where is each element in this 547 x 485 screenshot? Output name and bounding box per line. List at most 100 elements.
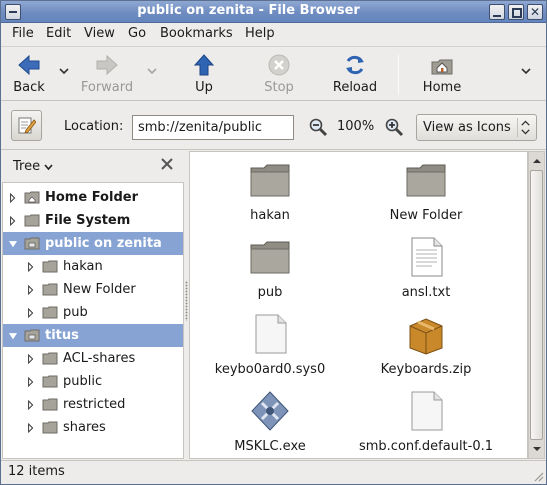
tree-item-pub[interactable]: pub [3, 301, 183, 324]
location-input[interactable] [132, 115, 294, 140]
file-item[interactable]: smb.conf.default-0.1 [351, 389, 501, 454]
expander-triangle-icon[interactable] [9, 215, 17, 227]
expander-triangle-icon[interactable] [27, 261, 35, 273]
folder-icon [42, 306, 58, 319]
tree-item-label: New Folder [63, 282, 136, 297]
up-button[interactable]: Up [174, 53, 234, 95]
edit-location-icon [18, 117, 36, 134]
view-mode-select[interactable]: View as Icons [416, 114, 537, 141]
tree-item-label: File System [45, 213, 131, 228]
close-button[interactable]: ✕ [527, 4, 543, 20]
tree-item-label: ACL-shares [63, 351, 136, 366]
resize-grip-icon[interactable] [532, 470, 544, 482]
sidebar-mode-dropdown[interactable]: Tree [13, 159, 53, 174]
scroll-up-icon[interactable] [530, 154, 544, 168]
folder-icon [42, 352, 58, 365]
home-button[interactable]: Home [412, 53, 472, 95]
location-label: Location: [64, 119, 124, 134]
text-file-icon [411, 237, 443, 277]
expanded-triangle-icon[interactable] [9, 238, 17, 250]
tree-item-public-on-zenita[interactable]: public on zenita [3, 232, 183, 255]
expander-triangle-icon[interactable] [9, 192, 17, 204]
zoom-in-icon[interactable] [384, 117, 404, 137]
zoom-out-icon[interactable] [308, 117, 328, 137]
view-mode-value: View as Icons [423, 120, 511, 135]
toggle-location-entry-button[interactable] [11, 110, 42, 141]
tree-item-shares[interactable]: shares [3, 416, 183, 439]
file-item[interactable]: Keyboards.zip [351, 312, 501, 377]
toolbar-overflow-icon[interactable] [520, 65, 532, 77]
toolbar-separator [398, 55, 399, 95]
back-button[interactable]: Back [0, 53, 59, 95]
vertical-scrollbar[interactable] [528, 151, 545, 459]
sidebar: Tree Home Folder File System public on zen… [2, 151, 184, 459]
file-browser-window: public on zenita - File Browser ✕ File E… [0, 0, 547, 485]
file-item[interactable]: MSKLC.exe [195, 389, 345, 454]
scroll-down-icon[interactable] [530, 442, 544, 456]
expander-triangle-icon[interactable] [27, 399, 35, 411]
tree-item-restricted[interactable]: restricted [3, 393, 183, 416]
tree-item-new-folder[interactable]: New Folder [3, 278, 183, 301]
sidebar-header: Tree [2, 151, 184, 182]
tree-item-acl-shares[interactable]: ACL-shares [3, 347, 183, 370]
title-bar[interactable]: public on zenita - File Browser ✕ [1, 1, 546, 23]
tree-item-label: titus [45, 328, 79, 343]
tree-item-file-system[interactable]: File System [3, 209, 183, 232]
tree-item-label: restricted [63, 397, 126, 412]
menu-bar: File Edit View Go Bookmarks Help [1, 23, 546, 45]
reload-icon [346, 55, 364, 75]
file-item[interactable]: hakan [195, 158, 345, 223]
home-icon [431, 59, 453, 75]
tree-item-titus[interactable]: titus [3, 324, 183, 347]
menu-help[interactable]: Help [245, 26, 275, 41]
home-folder-icon [24, 191, 40, 204]
forward-history-dropdown-icon[interactable] [146, 65, 158, 77]
reload-button[interactable]: Reload [325, 53, 385, 95]
menu-bookmarks[interactable]: Bookmarks [160, 26, 233, 41]
folder-icon [42, 375, 58, 388]
menu-go[interactable]: Go [128, 26, 146, 41]
menu-file[interactable]: File [12, 26, 34, 41]
tree-item-label: hakan [63, 259, 103, 274]
forward-button[interactable]: Forward [77, 53, 137, 95]
folder-icon [42, 260, 58, 273]
stop-button[interactable]: Stop [249, 53, 309, 95]
file-item[interactable]: pub [195, 235, 345, 300]
zoom-level[interactable]: 100% [337, 119, 374, 134]
back-arrow-icon [18, 54, 40, 76]
blank-file-icon [255, 314, 287, 354]
status-bar: 12 items [1, 460, 546, 484]
menu-view[interactable]: View [84, 26, 115, 41]
tree-item-hakan[interactable]: hakan [3, 255, 183, 278]
maximize-button[interactable] [508, 4, 524, 20]
forward-label: Forward [80, 80, 134, 95]
expander-triangle-icon[interactable] [27, 307, 35, 319]
file-name: Keyboards.zip [380, 362, 472, 377]
tree-item-label: public [63, 374, 103, 389]
chevron-down-icon [44, 163, 53, 170]
scrollbar-thumb[interactable] [530, 170, 543, 440]
tree-item-label: shares [63, 420, 106, 435]
close-icon: ✕ [529, 5, 541, 19]
expanded-triangle-icon[interactable] [9, 330, 17, 342]
window-menu-button[interactable] [5, 4, 21, 20]
file-item[interactable]: ansl.txt [351, 235, 501, 300]
expander-triangle-icon[interactable] [27, 376, 35, 388]
close-sidebar-icon[interactable] [160, 157, 174, 171]
tree-item-home-folder[interactable]: Home Folder [3, 186, 183, 209]
file-item[interactable]: keybo0ard0.sys0 [195, 312, 345, 377]
file-name: MSKLC.exe [234, 439, 306, 454]
stop-label: Stop [264, 80, 294, 95]
sidebar-mode-label: Tree [13, 159, 41, 174]
back-history-dropdown-icon[interactable] [58, 65, 70, 77]
tree-item-public[interactable]: public [3, 370, 183, 393]
blank-file-icon [411, 391, 443, 431]
expander-triangle-icon[interactable] [27, 422, 35, 434]
menu-edit[interactable]: Edit [46, 26, 71, 41]
stop-icon [268, 54, 290, 76]
minimize-button[interactable] [489, 4, 505, 20]
file-name: ansl.txt [401, 285, 451, 300]
file-item[interactable]: New Folder [351, 158, 501, 223]
expander-triangle-icon[interactable] [27, 284, 35, 296]
expander-triangle-icon[interactable] [27, 353, 35, 365]
